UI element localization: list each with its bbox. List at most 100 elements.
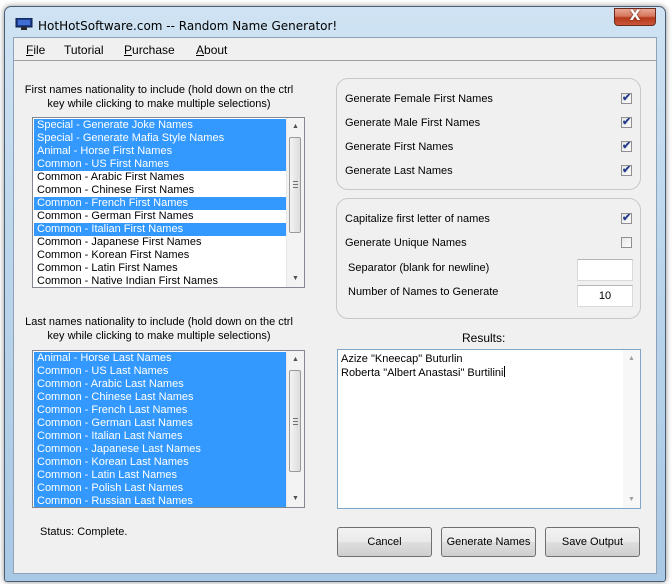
menu-about[interactable]: About — [196, 43, 227, 57]
app-monitor-icon — [15, 18, 33, 30]
results-text: Azize "Kneecap" Buturlin Roberta "Albert … — [341, 353, 505, 380]
list-item[interactable]: Common - German Last Names — [34, 417, 286, 430]
grip-line — [293, 184, 298, 185]
first-names-checkbox[interactable]: ✔ — [621, 140, 632, 152]
generate-names-button[interactable]: Generate Names — [441, 527, 536, 557]
capitalize-label: Capitalize first letter of names — [345, 213, 490, 225]
list-item[interactable]: Common - Arabic First Names — [34, 171, 286, 184]
last-names-scrollbar[interactable]: ▲ ▼ — [286, 351, 304, 507]
menu-about-label: bout — [204, 43, 228, 57]
last-names-listbox[interactable]: Animal - Horse Last Names Common - US Las… — [32, 350, 305, 508]
separator-input[interactable] — [577, 259, 633, 281]
list-item[interactable]: Special - Generate Joke Names — [34, 119, 286, 132]
scroll-thumb[interactable] — [289, 137, 301, 233]
client-area: File Tutorial Purchase About First names… — [13, 37, 657, 574]
menu-purchase-mnemonic: P — [124, 43, 133, 57]
unique-label: Generate Unique Names — [345, 237, 467, 249]
list-item[interactable]: Common - Latin First Names — [34, 262, 286, 275]
list-item[interactable]: Common - US First Names — [34, 158, 286, 171]
last-names-caption-line1: Last names nationality to include (hold … — [25, 316, 293, 328]
list-item[interactable]: Common - US Last Names — [34, 365, 286, 378]
list-item[interactable]: Common - French First Names — [34, 197, 286, 210]
list-item[interactable]: Common - Arabic Last Names — [34, 378, 286, 391]
menu-file-label: ile — [33, 43, 46, 57]
first-names-label: Generate First Names — [345, 141, 454, 153]
first-names-scrollbar[interactable]: ▲ ▼ — [286, 118, 304, 287]
last-names-caption: Last names nationality to include (hold … — [24, 315, 294, 343]
list-item[interactable]: Common - Italian Last Names — [34, 430, 286, 443]
menu-tutorial-label: Tutorial — [64, 43, 104, 57]
check-icon: ✔ — [622, 116, 632, 128]
female-first-checkbox[interactable]: ✔ — [621, 92, 632, 104]
result-line-text: Roberta "Albert Anastasi" Burtilini — [341, 367, 504, 379]
title-bar[interactable]: HotHotSoftware.com -- Random Name Genera… — [5, 7, 665, 37]
male-first-checkbox[interactable]: ✔ — [621, 116, 632, 128]
last-names-items: Animal - Horse Last Names Common - US Las… — [34, 352, 286, 507]
first-names-caption-line2: key while clicking to make multiple sele… — [47, 98, 271, 110]
menu-bar: File Tutorial Purchase About — [14, 38, 656, 61]
cancel-button[interactable]: Cancel — [337, 527, 432, 557]
scroll-up-icon[interactable]: ▲ — [287, 352, 304, 368]
list-item[interactable]: Common - Japanese First Names — [34, 236, 286, 249]
status-text: Status: Complete. — [40, 526, 128, 538]
scroll-up-icon[interactable]: ▲ — [623, 351, 640, 367]
grip-line — [293, 418, 298, 419]
list-item[interactable]: Common - Italian First Names — [34, 223, 286, 236]
last-names-label: Generate Last Names — [345, 165, 453, 177]
menu-file[interactable]: File — [26, 43, 45, 57]
list-item[interactable]: Animal - Horse Last Names — [34, 352, 286, 365]
list-item[interactable]: Common - Korean First Names — [34, 249, 286, 262]
save-output-button[interactable]: Save Output — [545, 527, 640, 557]
list-item[interactable]: Common - Chinese Last Names — [34, 391, 286, 404]
grip-line — [293, 421, 298, 422]
list-item[interactable]: Common - German First Names — [34, 210, 286, 223]
list-item[interactable]: Common - Latin Last Names — [34, 469, 286, 482]
menu-about-mnemonic: A — [196, 43, 205, 57]
list-item[interactable]: Common - Russian Last Names — [34, 495, 286, 507]
check-icon: ✔ — [622, 212, 632, 224]
scroll-down-icon[interactable]: ▼ — [287, 271, 304, 287]
first-names-caption: First names nationality to include (hold… — [24, 83, 294, 111]
separator-label: Separator (blank for newline) — [348, 262, 490, 274]
results-scrollbar[interactable]: ▲ ▼ — [623, 350, 640, 508]
check-icon: ✔ — [622, 92, 632, 104]
female-first-label: Generate Female First Names — [345, 93, 493, 105]
check-icon: ✔ — [622, 140, 632, 152]
scroll-down-icon[interactable]: ▼ — [623, 492, 640, 508]
list-item[interactable]: Common - Polish Last Names — [34, 482, 286, 495]
app-window: HotHotSoftware.com -- Random Name Genera… — [4, 6, 666, 582]
unique-checkbox[interactable] — [621, 237, 632, 248]
scroll-down-icon[interactable]: ▼ — [287, 491, 304, 507]
list-item[interactable]: Special - Generate Mafia Style Names — [34, 132, 286, 145]
grip-line — [293, 187, 298, 188]
close-icon: X — [629, 8, 641, 24]
scroll-up-icon[interactable]: ▲ — [287, 119, 304, 135]
last-names-checkbox[interactable]: ✔ — [621, 164, 632, 176]
results-label: Results: — [462, 331, 506, 345]
check-icon: ✔ — [622, 164, 632, 176]
formatting-group: Capitalize first letter of names ✔ Gener… — [336, 198, 641, 319]
menu-tutorial[interactable]: Tutorial — [64, 43, 104, 57]
result-line: Azize "Kneecap" Buturlin — [341, 353, 463, 365]
close-button[interactable]: X — [614, 8, 656, 26]
window-title: HotHotSoftware.com -- Random Name Genera… — [38, 19, 338, 33]
list-item[interactable]: Common - Native Indian First Names — [34, 275, 286, 287]
list-item[interactable]: Common - Korean Last Names — [34, 456, 286, 469]
text-caret — [503, 366, 505, 377]
first-names-items: Special - Generate Joke Names Special - G… — [34, 119, 286, 287]
list-item[interactable]: Animal - Horse First Names — [34, 145, 286, 158]
menu-purchase-label: urchase — [132, 43, 175, 57]
results-textarea[interactable]: Azize "Kneecap" Buturlin Roberta "Albert … — [337, 349, 641, 509]
menu-purchase[interactable]: Purchase — [124, 43, 175, 57]
list-item[interactable]: Common - French Last Names — [34, 404, 286, 417]
capitalize-checkbox[interactable]: ✔ — [621, 212, 632, 224]
first-names-listbox[interactable]: Special - Generate Joke Names Special - G… — [32, 117, 305, 288]
scroll-thumb[interactable] — [289, 370, 301, 472]
result-line: Roberta "Albert Anastasi" Burtilini — [341, 366, 505, 380]
name-types-group: Generate Female First Names ✔ Generate M… — [336, 78, 641, 190]
list-item[interactable]: Common - Japanese Last Names — [34, 443, 286, 456]
count-input[interactable]: 10 — [577, 285, 633, 307]
count-label: Number of Names to Generate — [348, 286, 499, 298]
list-item[interactable]: Common - Chinese First Names — [34, 184, 286, 197]
first-names-caption-line1: First names nationality to include (hold… — [24, 84, 294, 96]
